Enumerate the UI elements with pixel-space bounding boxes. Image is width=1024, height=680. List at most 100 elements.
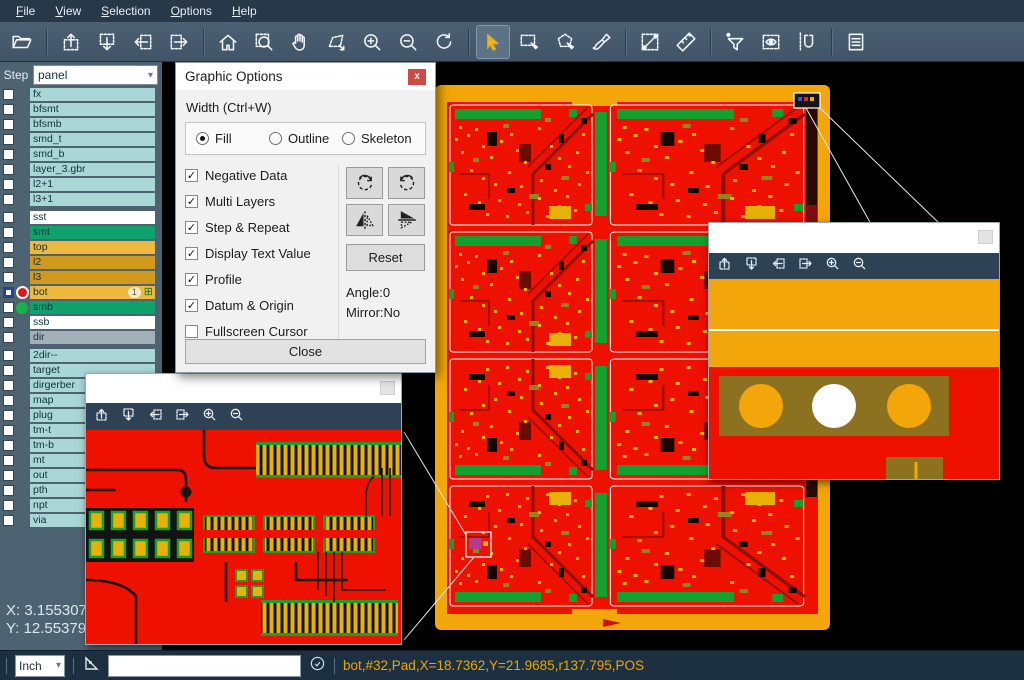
layer-row-smb[interactable]: smb (0, 301, 162, 314)
mirror-horizontal-button[interactable] (346, 204, 383, 236)
magnifier-titlebar[interactable] (709, 223, 999, 253)
zoom-out-button[interactable] (229, 407, 244, 427)
menu-selection[interactable]: Selection (91, 2, 160, 20)
layer-visibility-checkbox[interactable] (3, 164, 14, 175)
select-arrow-button[interactable] (477, 26, 509, 58)
polygon-select-button[interactable] (549, 26, 581, 58)
layer-visibility-checkbox[interactable] (3, 272, 14, 283)
rotate-cw-button[interactable] (346, 167, 383, 199)
pan-left-button[interactable] (148, 407, 163, 427)
radio-outline[interactable]: Outline (269, 131, 342, 146)
history-icon[interactable] (309, 655, 326, 677)
home-view-button[interactable] (212, 26, 244, 58)
layer-row-smd_t[interactable]: smd_t (0, 133, 162, 146)
pan-left-button[interactable] (771, 256, 786, 276)
layer-visibility-checkbox[interactable] (3, 287, 14, 298)
layer-row-bfsmt[interactable]: bfsmt (0, 103, 162, 116)
layer-visibility-checkbox[interactable] (3, 227, 14, 238)
layer-row-l3[interactable]: l3 (0, 271, 162, 284)
reset-button[interactable]: Reset (346, 244, 425, 271)
zoom-out-button[interactable] (852, 256, 867, 276)
layer-row-dir[interactable]: dir (0, 331, 162, 344)
layer-visibility-checkbox[interactable] (3, 194, 14, 205)
layer-visibility-checkbox[interactable] (3, 149, 14, 160)
step-select[interactable]: panel▾ (33, 65, 158, 85)
layer-visibility-checkbox[interactable] (3, 395, 14, 406)
checkbox-datum-origin[interactable]: ✓Datum & Origin (185, 298, 338, 313)
menu-file[interactable]: File (6, 2, 45, 20)
pan-hand-button[interactable] (284, 26, 316, 58)
layer-row-fx[interactable]: fx (0, 88, 162, 101)
layer-visibility-checkbox[interactable] (3, 515, 14, 526)
layer-row-top[interactable]: top (0, 241, 162, 254)
window-button[interactable] (978, 230, 993, 244)
zoom-out-button[interactable] (392, 26, 424, 58)
magnifier-window-bottom-left[interactable] (85, 373, 402, 645)
layer-visibility-checkbox[interactable] (3, 317, 14, 328)
layer-row-smd_b[interactable]: smd_b (0, 148, 162, 161)
clear-brush-button[interactable] (585, 26, 617, 58)
layer-row-ssb[interactable]: ssb (0, 316, 162, 329)
window-button[interactable] (380, 381, 395, 395)
layer-visibility-checkbox[interactable] (3, 89, 14, 100)
layer-row-sst[interactable]: sst (0, 211, 162, 224)
layer-visibility-checkbox[interactable] (3, 104, 14, 115)
highlight-view-button[interactable] (755, 26, 787, 58)
zoom-in-button[interactable] (825, 256, 840, 276)
graphic-options-dialog[interactable]: Graphic Options x Width (Ctrl+W) FillOut… (175, 62, 436, 373)
pan-down-button[interactable] (744, 256, 759, 276)
zoom-in-button[interactable] (202, 407, 217, 427)
pan-left-button[interactable] (127, 26, 159, 58)
radio-fill[interactable]: Fill (196, 131, 269, 146)
layer-visibility-checkbox[interactable] (3, 242, 14, 253)
layer-visibility-checkbox[interactable] (3, 380, 14, 391)
pan-up-button[interactable] (94, 407, 109, 427)
layer-visibility-checkbox[interactable] (3, 134, 14, 145)
layer-visibility-checkbox[interactable] (3, 212, 14, 223)
pan-up-button[interactable] (55, 26, 87, 58)
pan-right-button[interactable] (163, 26, 195, 58)
zoom-window-button[interactable] (248, 26, 280, 58)
layer-visibility-checkbox[interactable] (3, 365, 14, 376)
layer-visibility-checkbox[interactable] (3, 119, 14, 130)
transform-button[interactable] (320, 26, 352, 58)
layer-row-smt[interactable]: smt (0, 226, 162, 239)
layer-visibility-checkbox[interactable] (3, 410, 14, 421)
layer-visibility-checkbox[interactable] (3, 485, 14, 496)
layer-visibility-checkbox[interactable] (3, 350, 14, 361)
layer-visibility-checkbox[interactable] (3, 470, 14, 481)
pan-right-button[interactable] (798, 256, 813, 276)
layer-row-bfsmb[interactable]: bfsmb (0, 118, 162, 131)
layer-row-bot[interactable]: bot1⊞ (0, 286, 162, 299)
menu-view[interactable]: View (45, 2, 91, 20)
zoom-previous-button[interactable] (428, 26, 460, 58)
pan-right-button[interactable] (175, 407, 190, 427)
snap-magnet-button[interactable] (791, 26, 823, 58)
measure-diagonal-button[interactable] (634, 26, 666, 58)
layer-visibility-checkbox[interactable] (3, 179, 14, 190)
ruler-button[interactable] (670, 26, 702, 58)
window-select-button[interactable] (513, 26, 545, 58)
command-input[interactable] (108, 655, 301, 677)
layer-visibility-checkbox[interactable] (3, 257, 14, 268)
menu-help[interactable]: Help (222, 2, 267, 20)
layer-row-l3+1[interactable]: l3+1 (0, 193, 162, 206)
layer-row-l2[interactable]: l2 (0, 256, 162, 269)
origin-corner-icon[interactable] (82, 654, 100, 677)
checkbox-negative-data[interactable]: ✓Negative Data (185, 168, 338, 183)
menu-options[interactable]: Options (161, 2, 222, 20)
unit-select[interactable]: Inch▾ (15, 655, 65, 677)
pan-down-button[interactable] (121, 407, 136, 427)
layer-row-2dir--[interactable]: 2dir-- (0, 349, 162, 362)
checkbox-profile[interactable]: ✓Profile (185, 272, 338, 287)
layer-visibility-checkbox[interactable] (3, 425, 14, 436)
checkbox-multi-layers[interactable]: ✓Multi Layers (185, 194, 338, 209)
layer-visibility-checkbox[interactable] (3, 500, 14, 511)
report-button[interactable] (840, 26, 872, 58)
pan-down-button[interactable] (91, 26, 123, 58)
checkbox-display-text-value[interactable]: ✓Display Text Value (185, 246, 338, 261)
mirror-vertical-button[interactable] (388, 204, 425, 236)
close-button[interactable]: Close (185, 339, 426, 364)
layer-visibility-checkbox[interactable] (3, 302, 14, 313)
layer-visibility-checkbox[interactable] (3, 332, 14, 343)
